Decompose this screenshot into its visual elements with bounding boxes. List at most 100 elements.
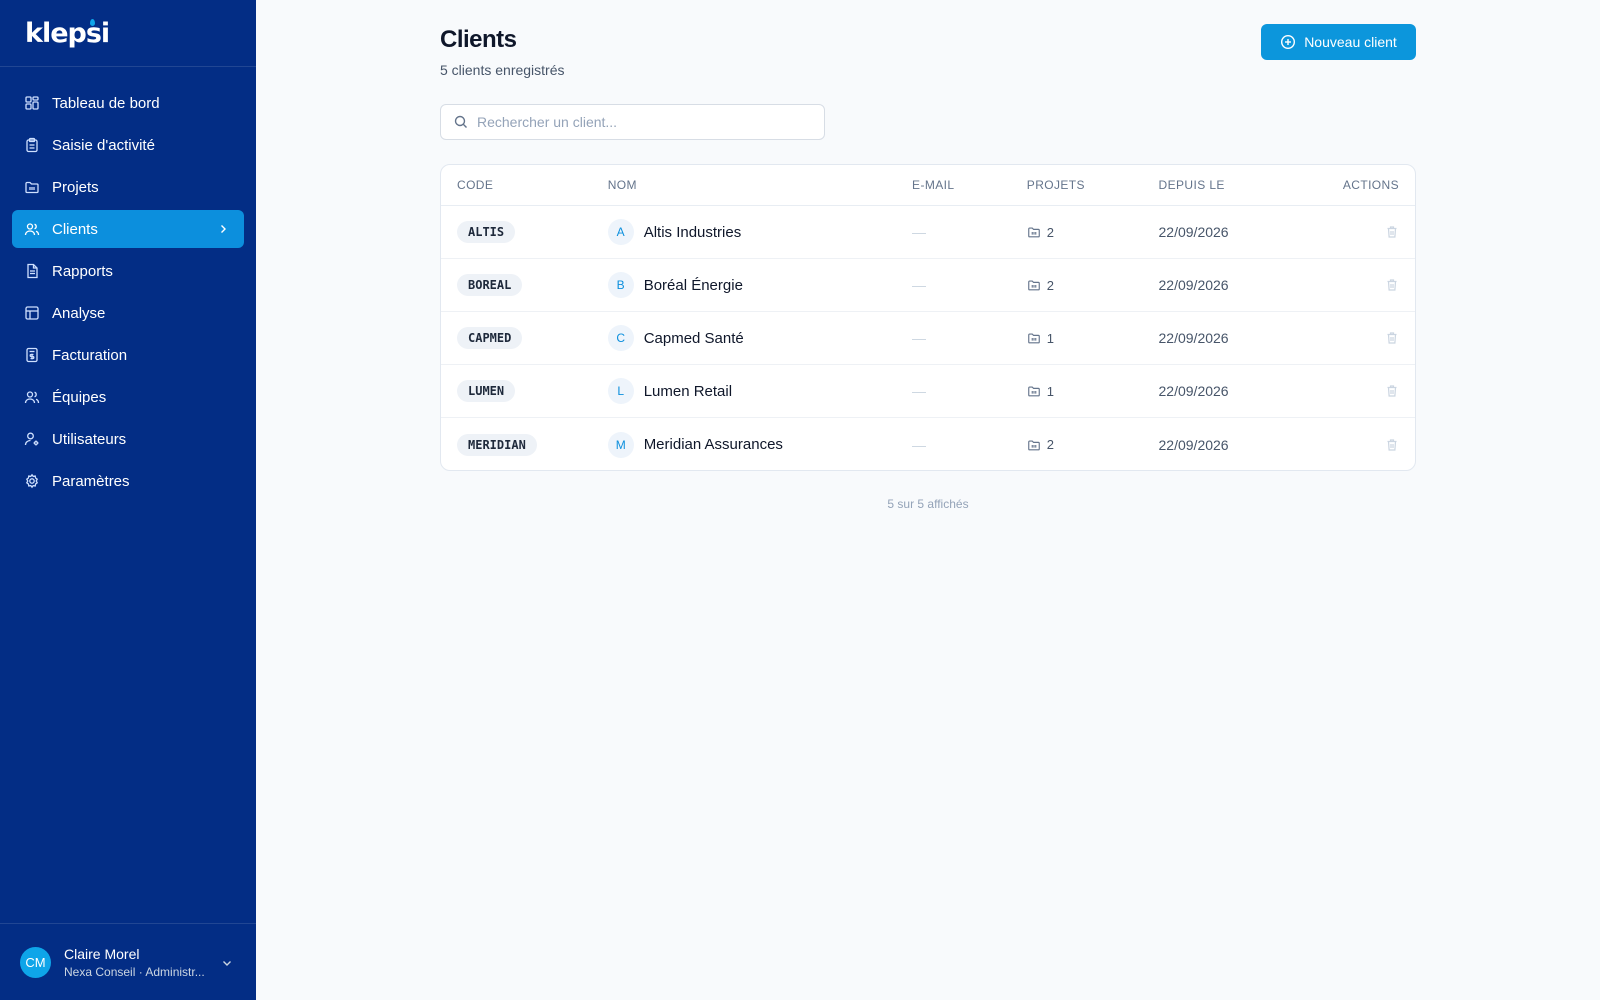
table-row[interactable]: ALTIS A Altis Industries — 2 22/09/2026 [441,206,1415,259]
column-header-email[interactable]: E-MAIL [912,178,1027,192]
page-title: Clients [440,26,517,53]
clients-table: CODE NOM E-MAIL PROJETS DEPUIS LE ACTION… [440,164,1416,471]
folder-icon [1027,331,1041,345]
file-icon [24,263,40,279]
sidebar-item-saisie-activite[interactable]: Saisie d'activité [12,126,244,164]
table-row[interactable]: LUMEN L Lumen Retail — 1 22/09/2026 [441,365,1415,418]
client-email: — [912,383,927,399]
client-initial: A [607,219,634,245]
logo[interactable]: klepsi [0,0,256,67]
main-content: Clients 5 clients enregistrés Nouveau cl… [256,0,1600,1000]
delete-icon[interactable] [1385,225,1399,239]
client-code: BOREAL [457,274,523,296]
project-count: 1 [1046,383,1055,399]
sidebar-item-equipes[interactable]: Équipes [12,378,244,416]
client-since: 22/09/2026 [1158,330,1229,346]
project-count: 2 [1046,437,1055,452]
sidebar-item-clients[interactable]: Clients [12,210,244,248]
sidebar-item-label: Paramètres [52,472,130,490]
client-name[interactable]: Capmed Santé [644,330,744,347]
sidebar-item-analyse[interactable]: Analyse [12,294,244,332]
delete-icon[interactable] [1385,438,1399,452]
sidebar-item-label: Équipes [52,388,107,406]
sidebar-item-label: Saisie d'activité [52,136,155,154]
client-code: CAPMED [457,327,523,349]
column-header-depuis[interactable]: DEPUIS LE [1159,178,1324,192]
sidebar-item-label: Facturation [52,346,128,364]
client-email: — [912,436,927,453]
plus-circle-icon [1280,34,1296,50]
delete-icon[interactable] [1385,278,1399,292]
search-input[interactable] [477,114,807,130]
client-initial: B [607,272,634,298]
logo-drop-icon [90,19,95,26]
client-name[interactable]: Boréal Énergie [644,277,743,294]
new-client-button[interactable]: Nouveau client [1261,24,1416,60]
client-since: 22/09/2026 [1158,436,1229,453]
table-row[interactable]: CAPMED C Capmed Santé — 1 22/09/2026 [441,312,1415,365]
folder-icon [1027,384,1041,398]
client-initial: M [607,431,634,458]
page-subtitle: 5 clients enregistrés [440,62,565,78]
sidebar-item-label: Analyse [52,304,106,322]
sidebar-item-utilisateurs[interactable]: Utilisateurs [12,420,244,458]
sidebar-item-projets[interactable]: Projets [12,168,244,206]
chevron-right-icon [221,225,226,233]
table-header: CODE NOM E-MAIL PROJETS DEPUIS LE ACTION… [441,165,1415,206]
client-initial: L [607,378,634,404]
project-count: 1 [1046,330,1055,346]
folder-icon [1027,278,1041,292]
client-name[interactable]: Lumen Retail [644,383,732,400]
sidebar-nav: Tableau de bord Saisie d'activité Projet… [0,67,256,500]
sidebar-item-label: Tableau de bord [52,94,160,112]
table-icon [24,305,40,321]
client-email: — [912,277,927,293]
new-client-label: Nouveau client [1304,34,1397,50]
folder-icon [1027,438,1041,452]
delete-icon[interactable] [1385,331,1399,345]
search-icon [453,114,469,130]
avatar: CM [20,946,51,978]
column-header-code[interactable]: CODE [441,178,608,192]
sidebar-item-tableau-de-bord[interactable]: Tableau de bord [12,84,244,122]
results-count: 5 sur 5 affichés [887,497,969,511]
table-row[interactable]: MERIDIAN M Meridian Assurances — 2 22/09/… [441,418,1415,470]
user-name: Claire Morel [64,945,140,962]
user-menu[interactable]: CM Claire Morel Nexa Conseil · Administr… [0,923,256,1000]
client-name[interactable]: Meridian Assurances [644,436,783,453]
client-email: — [912,224,927,240]
sidebar-item-rapports[interactable]: Rapports [12,252,244,290]
client-since: 22/09/2026 [1158,277,1229,293]
search-box[interactable] [440,104,825,140]
team-icon [24,389,40,405]
users-icon [24,221,40,237]
gear-icon [24,473,40,489]
sidebar-item-facturation[interactable]: Facturation [12,336,244,374]
client-code: ALTIS [457,221,516,243]
delete-icon[interactable] [1385,384,1399,398]
column-header-nom[interactable]: NOM [608,178,912,192]
client-initial: C [607,325,634,351]
client-name[interactable]: Altis Industries [644,224,742,241]
table-row[interactable]: BOREAL B Boréal Énergie — 2 22/09/2026 [441,259,1415,312]
sidebar-item-parametres[interactable]: Paramètres [12,462,244,500]
project-count: 2 [1046,224,1055,240]
column-header-projets[interactable]: PROJETS [1027,178,1159,192]
chevron-down-icon[interactable] [220,956,234,970]
sidebar-item-label: Utilisateurs [52,430,127,448]
client-code: MERIDIAN [457,433,537,456]
dashboard-icon [24,95,40,111]
clipboard-icon [24,137,40,153]
folder-icon [1027,225,1041,239]
column-header-actions: ACTIONS [1342,178,1400,192]
invoice-icon [24,347,40,363]
user-info: Claire Morel Nexa Conseil · Administr... [64,946,205,979]
client-since: 22/09/2026 [1158,224,1229,240]
sidebar-item-label: Projets [52,178,99,196]
sidebar: klepsi Tableau de bord Saisie d'activité… [0,0,256,1000]
folder-icon [24,179,40,195]
client-code: LUMEN [457,380,516,402]
logo-text: klepsi [25,18,110,49]
user-org: Nexa Conseil · Administr... [64,964,205,979]
sidebar-item-label: Rapports [52,262,113,280]
